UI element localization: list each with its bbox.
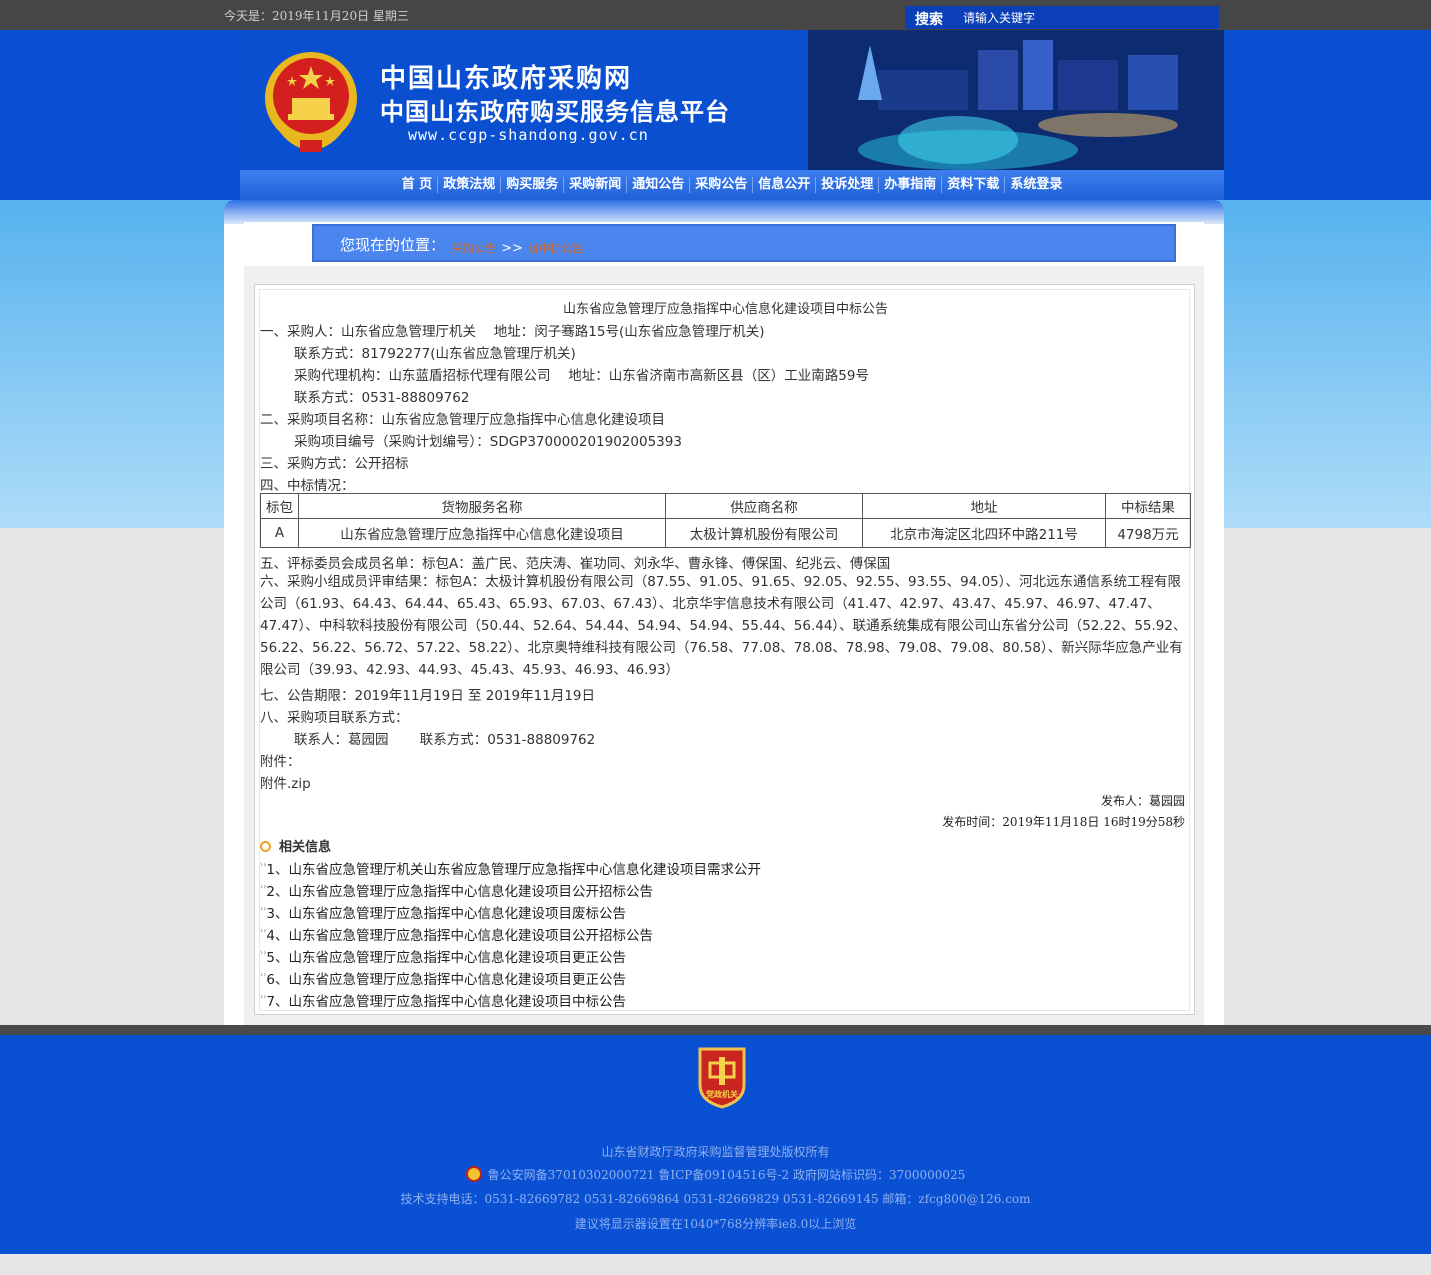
th-result: 中标结果 xyxy=(1105,493,1191,519)
nav-info-public[interactable]: 信息公开 xyxy=(753,177,817,193)
cell-package: A xyxy=(260,518,299,548)
related-item[interactable]: ››1、山东省应急管理厅机关山东省应急管理厅应急指挥中心信息化建设项目需求公开 xyxy=(260,858,761,878)
police-badge-icon[interactable] xyxy=(465,1166,482,1182)
double-arrow-icon: ›› xyxy=(260,992,267,1001)
nav-download[interactable]: 资料下载 xyxy=(942,177,1006,193)
committee-line: 五、评标委员会成员名单：标包A：盖广民、范庆涛、崔功同、刘永华、曹永锋、傅保国、… xyxy=(260,556,891,572)
related-item[interactable]: ››4、山东省应急管理厅应急指挥中心信息化建设项目公开招标公告 xyxy=(260,924,653,944)
th-address: 地址 xyxy=(862,493,1106,519)
related-item[interactable]: ››6、山东省应急管理厅应急指挥中心信息化建设项目更正公告 xyxy=(260,968,626,988)
related-item-text[interactable]: 5、山东省应急管理厅应急指挥中心信息化建设项目更正公告 xyxy=(266,950,626,966)
site-subtitle: 中国山东政府购买服务信息平台 xyxy=(380,98,730,126)
search-input[interactable] xyxy=(963,9,1213,27)
top-bar: 今天是：2019年11月20日 星期三 搜索 xyxy=(0,0,1431,30)
search-label[interactable]: 搜索 xyxy=(915,9,943,29)
nav-purchase-service[interactable]: 购买服务 xyxy=(501,177,565,193)
badge-label: 党政机关 xyxy=(706,1089,738,1099)
national-emblem-icon xyxy=(265,52,357,152)
publish-time: 发布时间：2019年11月18日 16时19分58秒 xyxy=(942,815,1185,829)
site-header: 中国山东政府采购网 中国山东政府购买服务信息平台 www.ccgp-shando… xyxy=(0,30,1431,202)
breadcrumb: 您现在的位置： 采购公告 >> 省中标公告 xyxy=(312,224,1176,262)
related-item-text[interactable]: 7、山东省应急管理厅应急指挥中心信息化建设项目中标公告 xyxy=(266,994,626,1010)
related-item-text[interactable]: 6、山东省应急管理厅应急指挥中心信息化建设项目更正公告 xyxy=(266,972,626,988)
breadcrumb-link-announce[interactable]: 采购公告 xyxy=(452,242,496,255)
footer-record-line: 鲁公安网备37010302000721 鲁ICP备09104516号-2 政府网… xyxy=(0,1166,1431,1183)
content-top-bar xyxy=(224,200,1224,224)
bid-result-table: 标包 货物服务名称 供应商名称 地址 中标结果 A 山东省应急管理厅应急指挥中心… xyxy=(260,493,1191,548)
attachment-link[interactable]: 附件.zip xyxy=(260,772,311,792)
footer-divider xyxy=(0,1025,1431,1035)
purchaser-contact-line: 联系方式：81792277(山东省应急管理厅机关) xyxy=(294,346,576,362)
cell-goods-name: 山东省应急管理厅应急指挥中心信息化建设项目 xyxy=(298,518,666,548)
related-item[interactable]: ››2、山东省应急管理厅应急指挥中心信息化建设项目公开招标公告 xyxy=(260,880,653,900)
nav-news[interactable]: 采购新闻 xyxy=(564,177,628,193)
double-arrow-icon: ›› xyxy=(260,882,267,891)
cell-supplier: 太极计算机股份有限公司 xyxy=(665,518,863,548)
related-item[interactable]: ››3、山东省应急管理厅应急指挥中心信息化建设项目废标公告 xyxy=(260,902,626,922)
attachment-label: 附件： xyxy=(260,754,301,770)
nav-policy[interactable]: 政策法规 xyxy=(438,177,502,193)
site-footer: 党政机关 山东省财政厅政府采购监督管理处版权所有 鲁公安网备3701030200… xyxy=(0,1035,1431,1254)
table-header-row: 标包 货物服务名称 供应商名称 地址 中标结果 xyxy=(260,493,1191,519)
related-item[interactable]: ››5、山东省应急管理厅应急指挥中心信息化建设项目更正公告 xyxy=(260,946,626,966)
article-title: 山东省应急管理厅应急指挥中心信息化建设项目中标公告 xyxy=(562,302,888,317)
nav-home[interactable]: 首 页 xyxy=(397,177,439,193)
publisher: 发布人：葛园园 xyxy=(1100,794,1185,808)
project-number-line: 采购项目编号（采购计划编号）：SDGP370000201902005393 xyxy=(294,434,682,450)
related-heading-text: 相关信息 xyxy=(279,840,332,855)
site-url: www.ccgp-shandong.gov.cn xyxy=(408,126,649,144)
footer-advice: 建议将显示器设置在1040*768分辨率ie8.0以上浏览 xyxy=(574,1217,857,1231)
footer-copyright: 山东省财政厅政府采购监督管理处版权所有 xyxy=(601,1145,830,1159)
nav-guide[interactable]: 办事指南 xyxy=(879,177,943,193)
th-package: 标包 xyxy=(260,493,299,519)
project-name-line: 二、采购项目名称：山东省应急管理厅应急指挥中心信息化建设项目 xyxy=(260,412,665,428)
related-item-text[interactable]: 3、山东省应急管理厅应急指挥中心信息化建设项目废标公告 xyxy=(266,906,626,922)
breadcrumb-separator: >> xyxy=(501,241,523,256)
purchaser-line: 一、采购人：山东省应急管理厅机关 地址：闵子骞路15号(山东省应急管理厅机关) xyxy=(260,324,765,340)
table-row: A 山东省应急管理厅应急指挥中心信息化建设项目 太极计算机股份有限公司 北京市海… xyxy=(260,518,1191,548)
th-supplier: 供应商名称 xyxy=(665,493,863,519)
double-arrow-icon: ›› xyxy=(260,948,267,957)
method-line: 三、采购方式：公开招标 xyxy=(260,456,409,472)
nav-procurement-announce[interactable]: 采购公告 xyxy=(690,177,754,193)
cell-address: 北京市海淀区北四环中路211号 xyxy=(862,518,1106,548)
breadcrumb-label: 您现在的位置： xyxy=(340,236,446,254)
nav-complaint[interactable]: 投诉处理 xyxy=(816,177,880,193)
article-body: 山东省应急管理厅应急指挥中心信息化建设项目中标公告 一、采购人：山东省应急管理厅… xyxy=(259,289,1191,1011)
contact-line: 联系人：葛园园 联系方式：0531-88809762 xyxy=(294,732,596,748)
search-box: 搜索 xyxy=(905,6,1219,29)
footer-record[interactable]: 鲁公安网备37010302000721 鲁ICP备09104516号-2 政府网… xyxy=(488,1168,966,1182)
th-goods-name: 货物服务名称 xyxy=(298,493,666,519)
site-title: 中国山东政府采购网 xyxy=(380,64,633,94)
contact-heading: 八、采购项目联系方式： xyxy=(260,710,409,726)
bid-result-heading: 四、中标情况： xyxy=(260,478,355,494)
breadcrumb-link-provincial-bid[interactable]: 省中标公告 xyxy=(528,242,583,255)
related-item[interactable]: ››7、山东省应急管理厅应急指挥中心信息化建设项目中标公告 xyxy=(260,990,626,1010)
cell-result: 4798万元 xyxy=(1105,518,1191,548)
main-nav: 首 页 政策法规 购买服务 采购新闻 通知公告 采购公告 信息公开 投诉处理 办… xyxy=(240,170,1224,202)
agency-contact-line: 联系方式：0531-88809762 xyxy=(294,390,470,406)
today-date: 今天是：2019年11月20日 星期三 xyxy=(224,9,409,23)
announcement-article: 山东省应急管理厅应急指挥中心信息化建设项目中标公告 一、采购人：山东省应急管理厅… xyxy=(254,284,1195,1015)
period-line: 七、公告期限：2019年11月19日 至 2019年11月19日 xyxy=(260,688,596,704)
related-item-text[interactable]: 4、山东省应急管理厅应急指挥中心信息化建设项目公开招标公告 xyxy=(266,928,653,944)
related-item-text[interactable]: 2、山东省应急管理厅应急指挥中心信息化建设项目公开招标公告 xyxy=(266,884,653,900)
party-government-badge-icon[interactable]: 党政机关 xyxy=(696,1045,748,1109)
nav-login[interactable]: 系统登录 xyxy=(1005,177,1067,193)
breadcrumb-links: 采购公告 >> 省中标公告 xyxy=(452,237,583,256)
city-night-image xyxy=(808,30,1224,170)
site-banner: 中国山东政府采购网 中国山东政府购买服务信息平台 www.ccgp-shando… xyxy=(240,30,1224,170)
related-heading: 相关信息 xyxy=(260,836,331,855)
agency-line: 采购代理机构：山东蓝盾招标代理有限公司 地址：山东省济南市高新区县（区）工业南路… xyxy=(294,368,869,384)
scores-paragraph: 六、采购小组成员评审结果：标包A：太极计算机股份有限公司（87.55、91.05… xyxy=(260,574,1187,678)
double-arrow-icon: ›› xyxy=(260,970,267,979)
double-arrow-icon: ›› xyxy=(260,904,267,913)
related-item-text[interactable]: 1、山东省应急管理厅机关山东省应急管理厅应急指挥中心信息化建设项目需求公开 xyxy=(266,862,761,878)
nav-notice[interactable]: 通知公告 xyxy=(627,177,691,193)
double-arrow-icon: ›› xyxy=(260,926,267,935)
circle-bullet-icon xyxy=(260,841,271,852)
double-arrow-icon: ›› xyxy=(260,860,267,869)
footer-support: 技术支持电话：0531-82669782 0531-82669864 0531-… xyxy=(400,1192,1031,1206)
